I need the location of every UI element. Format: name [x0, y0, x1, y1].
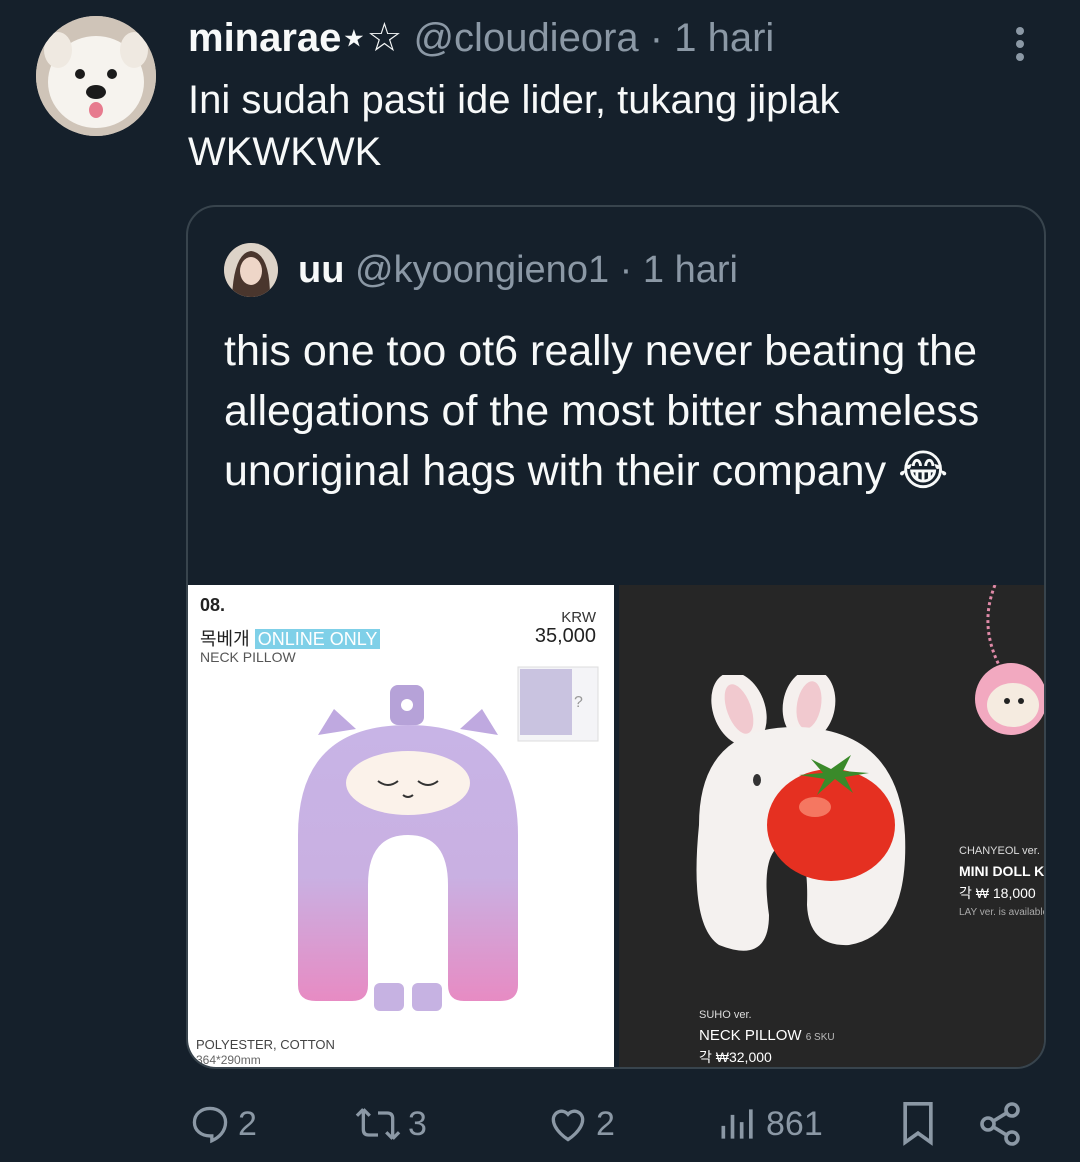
author-handle[interactable]: @cloudieora	[413, 16, 638, 60]
svg-text:?: ?	[574, 694, 583, 711]
currency-label: KRW	[561, 609, 596, 626]
purple-neck-pillow-image	[298, 685, 518, 1011]
neck-pillow-price: 각 ₩32,000	[699, 1049, 772, 1065]
item-english-name: NECK PILLOW	[200, 649, 296, 665]
quoted-author-handle[interactable]: @kyoongieno1	[355, 249, 609, 291]
tweet-header: minarae⋆☆ @cloudieora · 1 hari	[188, 14, 774, 62]
quoted-author-avatar[interactable]	[224, 243, 278, 297]
repost-count: 3	[408, 1104, 427, 1143]
repost-icon	[355, 1108, 401, 1140]
item-title: 목베개 ONLINE ONLY	[200, 625, 381, 651]
suho-label: SUHO ver.	[699, 1009, 752, 1021]
lay-note: LAY ver. is available f	[959, 907, 1044, 918]
views-count: 861	[766, 1104, 823, 1143]
like-button[interactable]: 2	[546, 1094, 615, 1154]
mini-doll-key-price: 각 ₩ 18,000	[959, 885, 1036, 901]
item-size: 364*290mm	[196, 1053, 261, 1067]
tweet-text: Ini sudah pasti ide lider, tukang jiplak…	[188, 74, 1048, 178]
quoted-time[interactable]: 1 hari	[643, 249, 738, 291]
quoted-avatar-image	[224, 243, 278, 297]
item-price: 35,000	[534, 625, 596, 647]
share-icon	[980, 1102, 1020, 1146]
like-icon	[551, 1109, 585, 1142]
samoyed-avatar-image	[36, 16, 156, 136]
tweet-text-line2: WKWKWK	[188, 130, 382, 174]
quoted-tweet[interactable]: uu @kyoongieno1 · 1 hari this one too ot…	[186, 205, 1046, 1069]
share-button[interactable]	[976, 1094, 1024, 1154]
neck-pillow-label: NECK PILLOW 6 SKU	[699, 1027, 835, 1044]
bookmark-button[interactable]	[896, 1094, 940, 1154]
mini-doll-keyring-image	[975, 585, 1044, 735]
reply-button[interactable]: 2	[188, 1094, 257, 1154]
quoted-text-body: this one too ot6 really never beating th…	[224, 327, 980, 495]
reply-count: 2	[238, 1104, 257, 1143]
bookmark-icon	[903, 1102, 933, 1146]
item-number: 08.	[200, 595, 226, 615]
tweet-text-line1: Ini sudah pasti ide lider, tukang jiplak	[188, 78, 840, 122]
online-only-badge: ONLINE ONLY	[254, 629, 381, 649]
media-image-left[interactable]: 08. 목베개 ONLINE ONLY NECK PILLOW KRW 35,0…	[188, 585, 614, 1067]
views-button[interactable]: 861	[716, 1094, 823, 1154]
media-image-right[interactable]: CHANYEOL ver. MINI DOLL KEY 각 ₩ 18,000 L…	[619, 585, 1044, 1067]
item-korean-name: 목베개	[200, 629, 250, 649]
laughing-emoji: 😂	[898, 447, 949, 495]
separator: ·	[649, 16, 664, 60]
author-avatar[interactable]	[36, 16, 156, 136]
mini-doll-key-label: MINI DOLL KEY	[959, 863, 1044, 879]
quoted-header: uu @kyoongieno1 · 1 hari	[298, 247, 738, 293]
tweet-time[interactable]: 1 hari	[674, 16, 774, 60]
author-name[interactable]: minarae⋆☆	[188, 16, 402, 60]
views-icon	[721, 1109, 753, 1139]
more-icon[interactable]	[1006, 22, 1034, 66]
separator: ·	[619, 249, 633, 291]
reply-icon	[192, 1106, 228, 1144]
quoted-text: this one too ot6 really never beating th…	[224, 321, 1014, 501]
repost-button[interactable]: 3	[354, 1094, 427, 1154]
quoted-author-name[interactable]: uu	[298, 249, 344, 291]
item-material: POLYESTER, COTTON	[196, 1037, 335, 1052]
tweet-actions: 2 3 2 861	[0, 1094, 1080, 1154]
tomato-sticker-image	[767, 755, 895, 881]
quoted-media[interactable]: 08. 목베개 ONLINE ONLY NECK PILLOW KRW 35,0…	[188, 585, 1044, 1067]
neck-pillow-text: NECK PILLOW	[699, 1027, 802, 1044]
like-count: 2	[596, 1104, 615, 1143]
chanyeol-label: CHANYEOL ver.	[959, 845, 1040, 857]
sku-label: 6 SKU	[805, 1032, 835, 1043]
